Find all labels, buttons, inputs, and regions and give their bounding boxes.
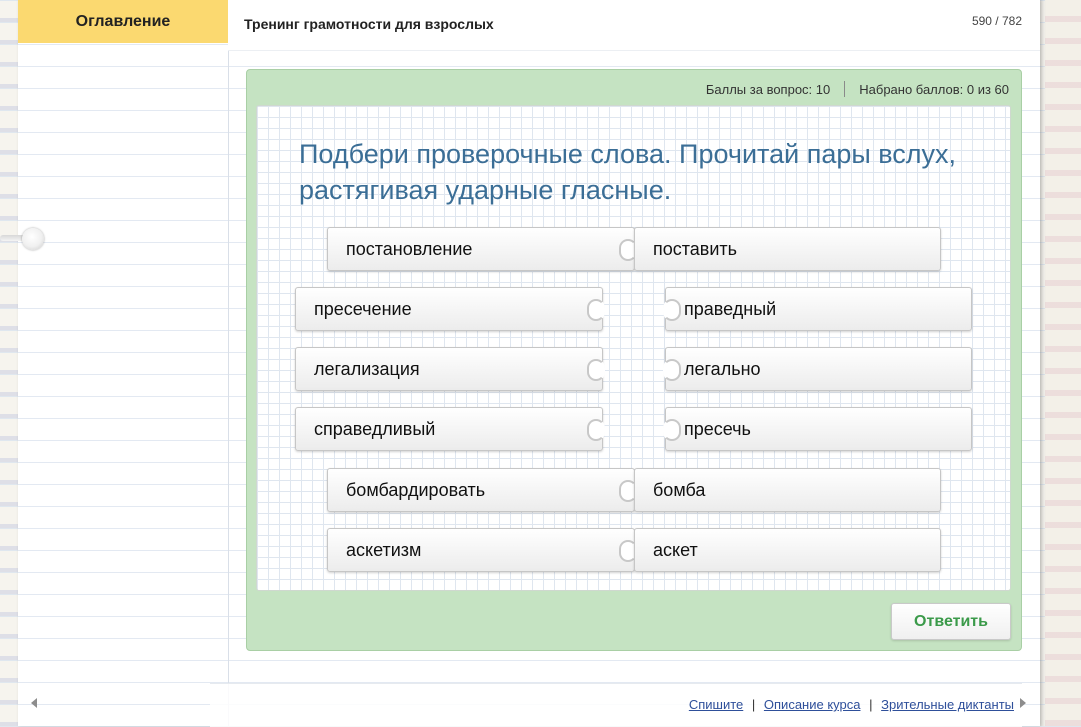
- footer: Спишите | Описание курса | Зрительные ди…: [210, 683, 1022, 727]
- table-of-contents-tab[interactable]: Оглавление: [18, 0, 228, 43]
- puzzle-piece-right[interactable]: легально: [663, 347, 972, 391]
- binder-ring-icon: [22, 228, 44, 250]
- puzzle-piece-right[interactable]: поставить: [634, 227, 941, 271]
- score-bar: Баллы за вопрос: 10 Набрано баллов: 0 из…: [706, 80, 1009, 98]
- puzzle-connector-icon: [587, 299, 605, 321]
- puzzle-piece-label: аскетизм: [346, 539, 422, 560]
- puzzle-piece-label: аскет: [653, 539, 698, 560]
- puzzle-piece-right[interactable]: бомба: [634, 468, 941, 512]
- footer-link-visual-dictations[interactable]: Зрительные диктанты: [881, 697, 1014, 712]
- footer-link-course-description[interactable]: Описание курса: [764, 697, 861, 712]
- puzzle-piece-left[interactable]: пресечение: [295, 287, 605, 331]
- puzzle-connector-icon: [587, 359, 605, 381]
- prev-page-arrow-icon[interactable]: [31, 698, 37, 708]
- puzzle-piece-right[interactable]: праведный: [663, 287, 972, 331]
- footer-links: Спишите | Описание курса | Зрительные ди…: [689, 697, 1014, 712]
- page-counter: 590 / 782: [971, 14, 1022, 28]
- puzzle-piece-label: справедливый: [314, 418, 436, 439]
- task-board: Подбери проверочные слова. Прочитай пары…: [256, 105, 1011, 591]
- total-points: Набрано баллов: 0 из 60: [859, 81, 1009, 97]
- sheet-shadow: [1040, 0, 1046, 726]
- puzzle-connector-icon: [663, 419, 681, 441]
- score-divider: [844, 81, 846, 97]
- paper-left-margin: [0, 0, 18, 726]
- puzzle-piece-label: пресечение: [314, 298, 412, 319]
- sidebar: Оглавление: [18, 0, 229, 726]
- puzzle-piece-right[interactable]: пресечь: [663, 407, 972, 451]
- puzzle-connector-icon: [587, 419, 605, 441]
- puzzle-piece-label: легализация: [314, 358, 420, 379]
- puzzle-piece-label: пресечь: [684, 418, 751, 439]
- footer-separator: |: [869, 697, 873, 712]
- course-title: Тренинг грамотности для взрослых: [244, 16, 494, 32]
- puzzle-connector-icon: [663, 299, 681, 321]
- topbar: Тренинг грамотности для взрослых 590 / 7…: [228, 0, 1040, 51]
- next-page-arrow-icon[interactable]: [1020, 698, 1026, 708]
- puzzle-piece-label: бомба: [653, 479, 706, 500]
- puzzle-piece-left[interactable]: постановление: [327, 227, 637, 271]
- puzzle-piece-label: легально: [684, 358, 761, 379]
- puzzle-piece-label: праведный: [684, 298, 777, 319]
- puzzle-connector-icon: [663, 359, 681, 381]
- paper-right-margin: [1045, 0, 1081, 726]
- footer-separator: |: [751, 697, 756, 712]
- task-frame: Баллы за вопрос: 10 Набрано баллов: 0 из…: [246, 69, 1022, 651]
- puzzle-piece-right[interactable]: аскет: [634, 528, 941, 572]
- puzzle-piece-label: бомбардировать: [346, 479, 486, 500]
- answer-button[interactable]: Ответить: [891, 603, 1011, 640]
- puzzle-piece-label: поставить: [653, 238, 738, 259]
- points-per-question: Баллы за вопрос: 10: [705, 81, 831, 97]
- puzzle-piece-label: постановление: [346, 238, 473, 259]
- footer-link-copy[interactable]: Спишите: [689, 697, 743, 712]
- puzzle-piece-left[interactable]: аскетизм: [327, 528, 637, 572]
- puzzle-piece-left[interactable]: бомбардировать: [327, 468, 637, 512]
- puzzle-piece-left[interactable]: справедливый: [295, 407, 605, 451]
- puzzle-piece-left[interactable]: легализация: [295, 347, 605, 391]
- question-text: Подбери проверочные слова. Прочитай пары…: [299, 139, 957, 205]
